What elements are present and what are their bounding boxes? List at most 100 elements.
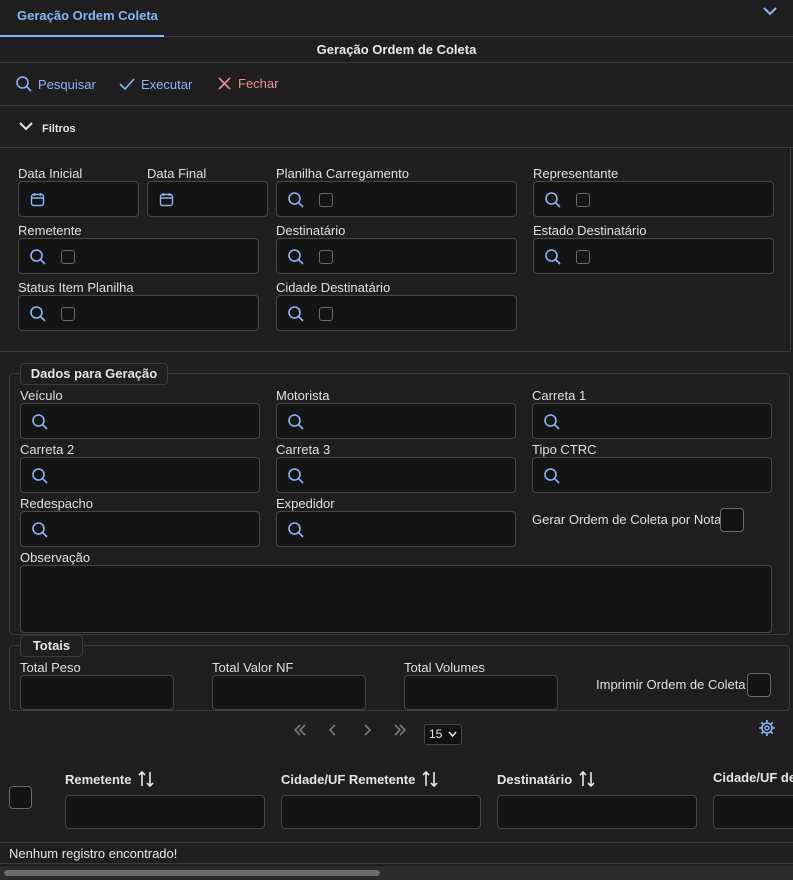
dados-geracao-title: Dados para Geração: [20, 363, 168, 385]
last-page-icon[interactable]: [392, 722, 408, 738]
sort-icon[interactable]: [421, 770, 439, 788]
tipo-ctrc-label: Tipo CTRC: [532, 442, 597, 457]
prev-page-icon[interactable]: [325, 722, 341, 738]
remetente-checkbox[interactable]: [61, 250, 75, 264]
check-icon: [118, 75, 136, 93]
planilha-field[interactable]: [276, 181, 517, 217]
carreta2-label: Carreta 2: [20, 442, 75, 457]
sort-icon[interactable]: [578, 770, 596, 788]
tipo-ctrc-field[interactable]: [532, 457, 772, 493]
status-item-checkbox[interactable]: [61, 307, 75, 321]
search-icon[interactable]: [29, 248, 47, 266]
search-icon[interactable]: [544, 248, 562, 266]
filters-title: Filtros: [42, 123, 76, 135]
toolbar: Pesquisar Executar Fechar: [0, 62, 793, 106]
destinatario-field[interactable]: [276, 238, 517, 274]
cidade-destinatario-field[interactable]: [276, 295, 517, 331]
search-icon[interactable]: [287, 191, 305, 209]
status-item-field[interactable]: [18, 295, 259, 331]
cidade-destinatario-label: Cidade Destinatário: [276, 280, 391, 295]
cidade-destinatario-checkbox[interactable]: [319, 307, 333, 321]
select-all-checkbox[interactable]: [9, 786, 32, 809]
search-icon[interactable]: [31, 467, 49, 485]
column-header-label: Remetente: [65, 771, 132, 787]
search-icon[interactable]: [544, 191, 562, 209]
representante-field[interactable]: [533, 181, 774, 217]
expedidor-label: Expedidor: [276, 496, 335, 511]
search-icon[interactable]: [31, 521, 49, 539]
search-icon[interactable]: [543, 467, 561, 485]
representante-checkbox[interactable]: [576, 193, 590, 207]
sort-icon[interactable]: [137, 770, 155, 788]
search-icon[interactable]: [287, 521, 305, 539]
gear-icon[interactable]: [758, 719, 776, 737]
column-header-label: Cidade/UF Remetente: [281, 771, 416, 787]
search-icon[interactable]: [287, 305, 305, 323]
search-icon[interactable]: [29, 305, 47, 323]
search-icon[interactable]: [287, 413, 305, 431]
status-item-label: Status Item Planilha: [18, 280, 134, 295]
carreta3-label: Carreta 3: [276, 442, 331, 457]
destinatario-checkbox[interactable]: [319, 250, 333, 264]
next-page-icon[interactable]: [359, 722, 375, 738]
panel-title: Geração Ordem de Coleta: [316, 42, 477, 57]
carreta1-label: Carreta 1: [532, 388, 587, 403]
column-header-cidade-uf-destinatario[interactable]: Cidade/UF de: [713, 770, 793, 785]
close-button-label: Fechar: [238, 76, 279, 91]
redespacho-field[interactable]: [20, 511, 260, 547]
execute-button[interactable]: Executar: [118, 75, 192, 93]
close-button[interactable]: Fechar: [216, 75, 278, 92]
redespacho-label: Redespacho: [20, 496, 93, 511]
data-inicial-label: Data Inicial: [18, 166, 83, 181]
imprimir-label: Imprimir Ordem de Coleta: [596, 677, 746, 692]
data-final-input[interactable]: [147, 181, 268, 217]
estado-destinatario-field[interactable]: [533, 238, 774, 274]
calendar-icon[interactable]: [159, 192, 174, 207]
horizontal-scrollbar-thumb[interactable]: [4, 870, 380, 876]
observacao-label: Observação: [20, 550, 91, 565]
carreta3-field[interactable]: [276, 457, 516, 493]
filters-header[interactable]: Filtros: [0, 107, 793, 148]
chevron-down-icon[interactable]: [761, 2, 779, 20]
representante-label: Representante: [533, 166, 619, 181]
veiculo-field[interactable]: [20, 403, 260, 439]
column-filter-cidade-uf-destinatario[interactable]: [713, 795, 793, 829]
page-size-value: 15: [429, 727, 443, 741]
column-filter-cidade-uf-remetente[interactable]: [281, 795, 481, 829]
total-peso-field[interactable]: [20, 675, 174, 710]
gerar-por-nota-checkbox[interactable]: [720, 508, 744, 532]
search-icon[interactable]: [543, 413, 561, 431]
total-valor-nf-field[interactable]: [212, 675, 366, 710]
chevron-down-icon: [18, 118, 34, 134]
remetente-field[interactable]: [18, 238, 259, 274]
expedidor-field[interactable]: [276, 511, 516, 547]
total-volumes-field[interactable]: [404, 675, 558, 710]
search-icon[interactable]: [287, 248, 305, 266]
data-final-label: Data Final: [147, 166, 207, 181]
carreta2-field[interactable]: [20, 457, 260, 493]
first-page-icon[interactable]: [292, 722, 308, 738]
column-header-destinatario[interactable]: Destinatário: [497, 770, 596, 788]
calendar-icon[interactable]: [30, 192, 45, 207]
imprimir-checkbox[interactable]: [747, 673, 771, 697]
chevron-down-icon: [448, 731, 457, 738]
search-icon[interactable]: [31, 413, 49, 431]
motorista-field[interactable]: [276, 403, 516, 439]
column-header-cidade-uf-remetente[interactable]: Cidade/UF Remetente: [281, 770, 439, 788]
total-valor-nf-label: Total Valor NF: [212, 660, 294, 675]
tab-bar: Geração Ordem Coleta: [0, 0, 793, 37]
search-icon[interactable]: [287, 467, 305, 485]
planilha-checkbox[interactable]: [319, 193, 333, 207]
search-button[interactable]: Pesquisar: [15, 75, 96, 93]
column-header-remetente[interactable]: Remetente: [65, 770, 155, 788]
page-size-select[interactable]: 15: [424, 724, 462, 745]
totais-title: Totais: [20, 635, 83, 657]
estado-destinatario-checkbox[interactable]: [576, 250, 590, 264]
execute-button-label: Executar: [141, 76, 193, 92]
column-filter-remetente[interactable]: [65, 795, 265, 829]
observacao-textarea[interactable]: [20, 565, 772, 633]
data-inicial-input[interactable]: [18, 181, 139, 217]
carreta1-field[interactable]: [532, 403, 772, 439]
tab-geracao-ordem-coleta[interactable]: Geração Ordem Coleta: [0, 0, 164, 37]
column-filter-destinatario[interactable]: [497, 795, 697, 829]
